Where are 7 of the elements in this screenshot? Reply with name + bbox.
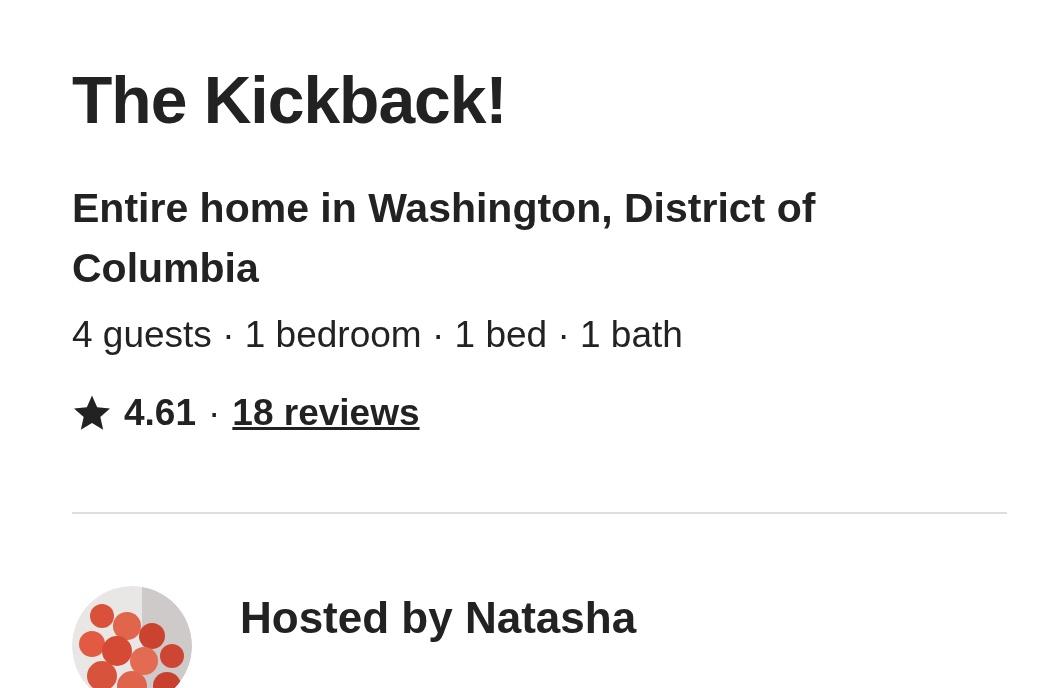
separator: ·: [208, 391, 221, 435]
rating-value: 4.61: [124, 391, 196, 435]
host-title: Hosted by Natasha: [240, 592, 637, 644]
listing-details: 4 guests · 1 bedroom · 1 bed · 1 bath: [72, 313, 684, 357]
reviews-link[interactable]: 18 reviews: [232, 388, 420, 438]
listing-subtitle: Entire home in Washington, District of Columbia: [72, 184, 817, 293]
listing-title: The Kickback!: [72, 62, 508, 138]
